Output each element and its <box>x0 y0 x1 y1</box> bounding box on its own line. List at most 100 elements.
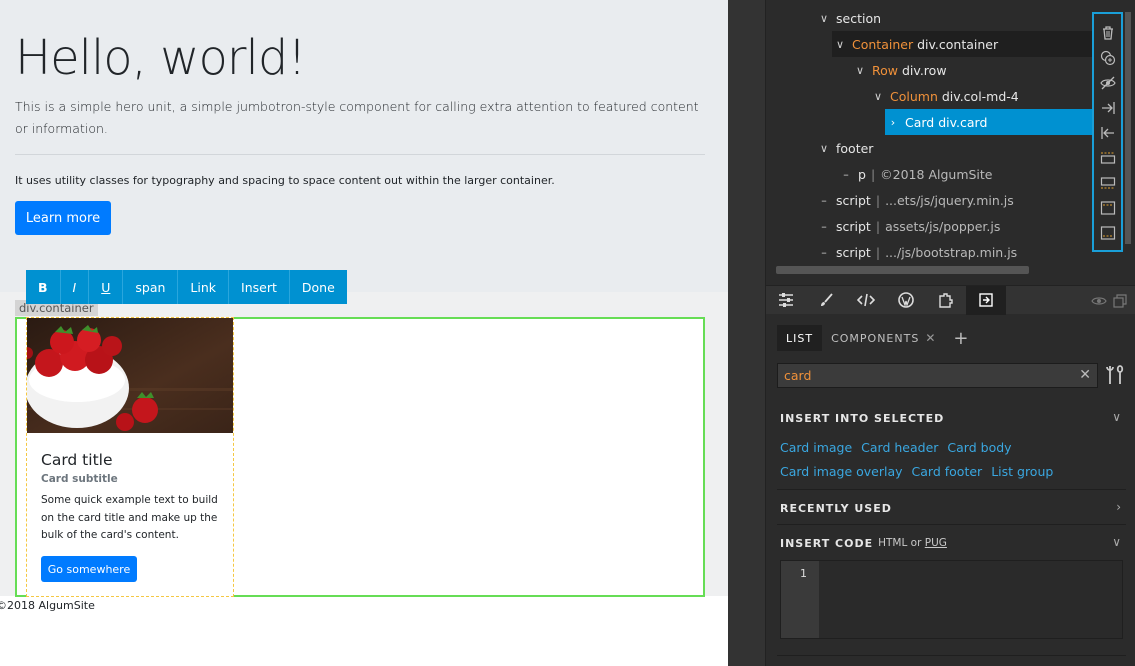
insert-button[interactable]: Insert <box>229 270 290 304</box>
line-number: 1 <box>781 561 819 638</box>
bold-button[interactable]: B <box>26 270 61 304</box>
footer-text[interactable]: ©2018 AlgumSite <box>0 599 95 612</box>
brush-icon[interactable] <box>806 286 846 315</box>
italic-button[interactable]: I <box>61 270 90 304</box>
card-title[interactable]: Card title <box>41 451 113 469</box>
hero-divider <box>15 154 705 155</box>
close-icon[interactable]: ✕ <box>925 331 936 345</box>
underline-button[interactable]: U <box>89 270 124 304</box>
panel-gutter <box>728 0 766 666</box>
learn-more-button[interactable]: Learn more <box>15 201 111 235</box>
tree-row-row[interactable]: ∨ Row div.row <box>852 57 947 83</box>
tree-vertical-scrollbar[interactable] <box>1125 12 1131 244</box>
tab-list[interactable]: LIST <box>777 325 823 351</box>
code-icon[interactable] <box>846 286 886 315</box>
hero-text[interactable]: It uses utility classes for typography a… <box>15 174 555 187</box>
tree-row-script[interactable]: – script | ...ets/js/jquery.min.js <box>816 187 1014 213</box>
tree-row-section[interactable]: ∨ section <box>816 5 881 31</box>
tree-label: div.col-md-4 <box>941 88 1019 104</box>
tree-row-column[interactable]: ∨ Column div.col-md-4 <box>870 83 1019 109</box>
tab-label: LIST <box>786 331 814 345</box>
wrap-top-icon[interactable] <box>1097 195 1119 220</box>
code-input[interactable] <box>819 561 1122 638</box>
component-search: ✕ <box>777 363 1098 388</box>
tree-component-name: Row <box>872 62 898 78</box>
tree-row-container[interactable]: ∨ Container div.container <box>832 31 1092 57</box>
tree-row-card-selected[interactable]: › Card div.card <box>885 109 1092 135</box>
design-canvas[interactable]: Hello, world! This is a simple hero unit… <box>0 0 728 666</box>
chevron-down-icon[interactable]: ∨ <box>870 90 886 103</box>
tree-component-name: Container <box>852 36 914 52</box>
search-input[interactable] <box>778 368 1068 383</box>
undock-icon[interactable] <box>1113 293 1127 312</box>
divider <box>777 524 1126 525</box>
add-tab-icon[interactable]: + <box>945 325 976 351</box>
chevron-down-icon[interactable]: ∨ <box>852 64 868 77</box>
card-header-link[interactable]: Card header <box>861 436 938 460</box>
recently-used-header[interactable]: RECENTLY USED › <box>780 498 1126 518</box>
span-button[interactable]: span <box>123 270 179 304</box>
card-image <box>27 318 233 433</box>
hide-icon[interactable] <box>1097 70 1119 95</box>
code-editor[interactable]: 1 <box>780 560 1123 639</box>
insert-code-format: HTML or PUG <box>878 537 947 549</box>
inline-edit-toolbar: B I U span Link Insert Done <box>26 270 347 304</box>
card-text[interactable]: Some quick example text to build on the … <box>41 492 223 545</box>
tree-horizontal-scrollbar[interactable] <box>776 266 1029 274</box>
pug-link[interactable]: PUG <box>925 537 947 549</box>
insert-into-selected-header[interactable]: INSERT INTO SELECTED ∨ <box>780 408 1126 428</box>
card-subtitle[interactable]: Card subtitle <box>41 473 118 485</box>
trash-icon[interactable] <box>1097 20 1119 45</box>
insert-code-header[interactable]: INSERT CODE HTML or PUG ∨ <box>780 533 1126 553</box>
go-somewhere-button[interactable]: Go somewhere <box>41 556 137 582</box>
indent-icon[interactable] <box>1097 95 1119 120</box>
tree-row-p[interactable]: – p | ©2018 AlgumSite <box>838 161 992 187</box>
hero-title[interactable]: Hello, world! <box>15 30 307 86</box>
insert-below-icon[interactable] <box>1097 170 1119 195</box>
dom-tree: ∨ section ∨ Container div.container ∨ Ro… <box>766 0 1121 266</box>
insert-above-icon[interactable] <box>1097 145 1119 170</box>
tree-row-script[interactable]: – script | .../js/bootstrap.min.js <box>816 239 1017 265</box>
section-title: INSERT CODE <box>780 536 874 550</box>
tree-row-script[interactable]: – script | assets/js/popper.js <box>816 213 1000 239</box>
chevron-down-icon[interactable]: ∨ <box>832 38 848 51</box>
chevron-down-icon[interactable]: ∨ <box>1112 410 1122 424</box>
hero-lead[interactable]: This is a simple hero unit, a simple jum… <box>15 96 705 140</box>
tree-label: div.container <box>917 36 999 52</box>
outdent-icon[interactable] <box>1097 120 1119 145</box>
insert-panel-icon[interactable] <box>966 285 1006 315</box>
wordpress-icon[interactable] <box>886 286 926 315</box>
card-footer-link[interactable]: Card footer <box>912 460 983 484</box>
tools-icon[interactable] <box>1105 364 1127 390</box>
eye-icon[interactable] <box>1091 293 1107 312</box>
plugins-icon[interactable] <box>926 286 966 315</box>
right-panel: ∨ section ∨ Container div.container ∨ Ro… <box>728 0 1135 666</box>
dash-icon: – <box>821 193 827 207</box>
list-group-link[interactable]: List group <box>991 460 1053 484</box>
duplicate-icon[interactable] <box>1097 45 1119 70</box>
tree-value: ...ets/js/jquery.min.js <box>885 192 1014 208</box>
clear-search-icon[interactable]: ✕ <box>1079 367 1091 383</box>
chevron-right-icon[interactable]: › <box>885 116 901 129</box>
tab-components[interactable]: COMPONENTS ✕ <box>822 325 945 351</box>
card[interactable]: Card title Card subtitle Some quick exam… <box>26 317 234 597</box>
jumbotron[interactable]: Hello, world! This is a simple hero unit… <box>0 0 728 292</box>
tree-row-footer[interactable]: ∨ footer <box>816 135 873 161</box>
component-tabs: LIST COMPONENTS ✕ + <box>777 325 976 351</box>
divider <box>777 655 1126 656</box>
card-image-link[interactable]: Card image <box>780 436 852 460</box>
chevron-down-icon[interactable]: ∨ <box>816 12 832 25</box>
wrap-bottom-icon[interactable] <box>1097 220 1119 245</box>
chevron-down-icon[interactable]: ∨ <box>1112 535 1122 549</box>
separator: | <box>870 166 876 182</box>
tree-tag: p <box>858 166 866 182</box>
tree-value: assets/js/popper.js <box>885 218 1001 234</box>
tree-label: section <box>836 10 882 26</box>
card-image-overlay-link[interactable]: Card image overlay <box>780 460 903 484</box>
done-button[interactable]: Done <box>290 270 347 304</box>
chevron-down-icon[interactable]: ∨ <box>816 142 832 155</box>
link-button[interactable]: Link <box>178 270 230 304</box>
chevron-right-icon[interactable]: › <box>1116 500 1122 514</box>
settings-icon[interactable] <box>766 286 806 315</box>
card-body-link[interactable]: Card body <box>947 436 1011 460</box>
